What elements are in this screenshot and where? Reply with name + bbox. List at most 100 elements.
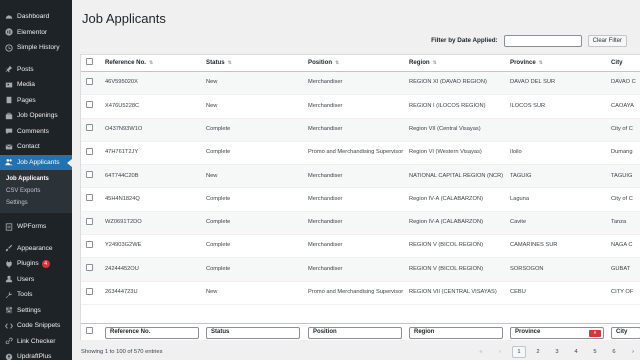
sidebar-item-comments[interactable]: Comments: [0, 124, 72, 140]
header-reference-no[interactable]: Reference No. ⇅: [101, 59, 202, 68]
row-checkbox[interactable]: [86, 101, 93, 109]
row-checkbox[interactable]: [86, 264, 93, 272]
row-checkbox[interactable]: [86, 147, 93, 155]
next-page-button[interactable]: ›: [626, 346, 640, 358]
row-checkbox[interactable]: [86, 77, 93, 85]
sidebar-item-settings[interactable]: Settings: [0, 303, 72, 319]
page-button-3[interactable]: 3: [550, 346, 564, 358]
header-region[interactable]: Region ⇅: [405, 59, 506, 68]
sidebar-item-label: Settings: [17, 306, 41, 314]
sort-icon: ⇅: [538, 59, 543, 66]
prev-page-button[interactable]: ‹: [493, 346, 507, 358]
header-province[interactable]: Province ⇅: [506, 59, 607, 68]
table-row[interactable]: WZ0691T2DO Complete Merchandiser Region IV-…: [81, 211, 640, 236]
sidebar-item-pages[interactable]: Pages: [0, 93, 72, 109]
filter-region[interactable]: Region: [409, 326, 503, 339]
header-status[interactable]: Status ⇅: [202, 59, 304, 68]
sidebar-item-job-openings[interactable]: Job Openings: [0, 108, 72, 124]
table-header: Reference No. ⇅ Status ⇅ Position ⇅ Region ⇅…: [81, 55, 640, 72]
row-checkbox[interactable]: [86, 124, 93, 132]
sidebar-item-job-applicants[interactable]: Job Applicants: [0, 154, 72, 170]
footer-cell: Status: [202, 326, 304, 339]
sidebar-item-elementor[interactable]: Elementor: [0, 25, 72, 41]
sidebar-item-label: Simple History: [17, 44, 60, 52]
header-city[interactable]: City: [607, 59, 640, 67]
submenu-job-applicants[interactable]: Job Applicants: [0, 173, 72, 185]
sidebar-item-appearance[interactable]: Appearance: [0, 241, 72, 257]
table-row[interactable]: Y24903G2WE Complete Merchandiser REGION V (…: [81, 235, 640, 259]
sidebar-item-label: WPForms: [17, 223, 47, 231]
header-position[interactable]: Position ⇅: [304, 59, 405, 68]
sidebar-item-dashboard[interactable]: Dashboard: [0, 9, 72, 25]
sidebar-item-code-snippets[interactable]: Code Snippets: [0, 318, 72, 334]
row-checkbox[interactable]: [86, 217, 93, 225]
table-row[interactable]: 47H761T2JY Complete Promo and Merchandisin…: [81, 142, 640, 166]
entries-info: Showing 1 to 100 of 570 entries: [81, 349, 163, 355]
sidebar-item-link-checker[interactable]: Link Checker: [0, 334, 72, 350]
cell-city: Dumang: [611, 149, 633, 156]
filter-city[interactable]: City: [611, 326, 640, 339]
cell-province: TAGUIG: [510, 172, 532, 179]
table-row[interactable]: 45H4N1824Q Complete Merchandiser Region IV-…: [81, 189, 640, 212]
sidebar-item-users[interactable]: Users: [0, 272, 72, 288]
page-button-4[interactable]: 4: [569, 346, 583, 358]
footer-checkbox[interactable]: [86, 327, 93, 335]
cell-position: Merchandiser: [308, 172, 343, 179]
table-row[interactable]: 263444723U New Promo and Merchandising Sup…: [81, 282, 640, 305]
table-row[interactable]: 46V595020X New Merchandiser REGION XI (DAVA…: [81, 72, 640, 96]
row-checkbox-cell: [81, 77, 101, 89]
table-row[interactable]: X476U5228C New Merchandiser REGION I (ILOCO…: [81, 95, 640, 119]
sidebar-item-plugins[interactable]: Plugins 4: [0, 256, 72, 272]
filter-province[interactable]: Province ×: [510, 326, 604, 339]
first-page-button[interactable]: «: [474, 346, 488, 358]
cell-reference-no: 45H4N1824Q: [105, 195, 140, 202]
sidebar-item-wpforms[interactable]: WPForms: [0, 219, 72, 235]
clear-filter-button[interactable]: Clear Filter: [587, 34, 627, 47]
footer-cell: Position: [304, 326, 405, 339]
sidebar-item-simple-history[interactable]: Simple History: [0, 40, 72, 56]
sidebar-item-contact[interactable]: Contact: [0, 139, 72, 155]
sidebar-item-posts[interactable]: Posts: [0, 62, 72, 78]
sidebar-item-label: Dashboard: [17, 13, 50, 21]
cell-position: Merchandiser: [308, 265, 343, 272]
filter-reference-no[interactable]: Reference No.: [105, 326, 199, 339]
row-checkbox[interactable]: [86, 240, 93, 248]
row-checkbox[interactable]: [86, 171, 93, 179]
pages-icon: [4, 96, 13, 105]
row-checkbox-cell: [81, 194, 101, 205]
update-count-badge: 4: [41, 259, 50, 268]
filter-position[interactable]: Position: [308, 326, 402, 339]
table-row[interactable]: O437N93W1O Complete Merchandiser Region VII…: [81, 118, 640, 142]
row-checkbox-cell: [81, 124, 101, 135]
table-row[interactable]: 24244452OU Complete Merchandiser REGION V (…: [81, 258, 640, 282]
page-button-2[interactable]: 2: [531, 346, 545, 358]
settings-icon: [4, 306, 13, 315]
sidebar-item-media[interactable]: Media: [0, 77, 72, 93]
wrench-icon: [4, 290, 13, 299]
cell-region: REGION I (ILOCOS REGION): [409, 102, 486, 109]
sidebar-item-updraftplus[interactable]: UpdraftPlus: [0, 349, 72, 360]
cell-position: Merchandiser: [308, 79, 343, 86]
table-row[interactable]: 64T744C20B New Merchandiser NATIONAL CAPITA…: [81, 165, 640, 189]
header-label: Status: [206, 58, 225, 66]
row-checkbox[interactable]: [86, 287, 93, 295]
cell-reference-no: 46V595020X: [105, 79, 138, 86]
page-button-5[interactable]: 5: [588, 346, 602, 358]
cell-reference-no: 64T744C20B: [105, 172, 139, 179]
clear-province-icon[interactable]: ×: [589, 329, 601, 337]
page-button-1[interactable]: 1: [512, 346, 526, 358]
sidebar-item-label: Appearance: [17, 244, 53, 252]
submenu-csv-exports[interactable]: CSV Exports: [0, 185, 72, 197]
sidebar-item-tools[interactable]: Tools: [0, 287, 72, 303]
cell-position: Merchandiser: [308, 195, 343, 202]
date-applied-input[interactable]: [503, 34, 582, 47]
sort-icon: ⇅: [432, 59, 437, 66]
filter-status[interactable]: Status: [206, 326, 300, 339]
cell-city: Tanza: [611, 219, 627, 226]
cell-city: TAGUIG: [611, 172, 633, 179]
submenu-settings[interactable]: Settings: [0, 197, 72, 209]
page-button-6[interactable]: 6: [607, 346, 621, 358]
row-checkbox[interactable]: [86, 194, 93, 202]
select-all-checkbox[interactable]: [86, 58, 93, 66]
cell-status: Complete: [206, 242, 231, 249]
